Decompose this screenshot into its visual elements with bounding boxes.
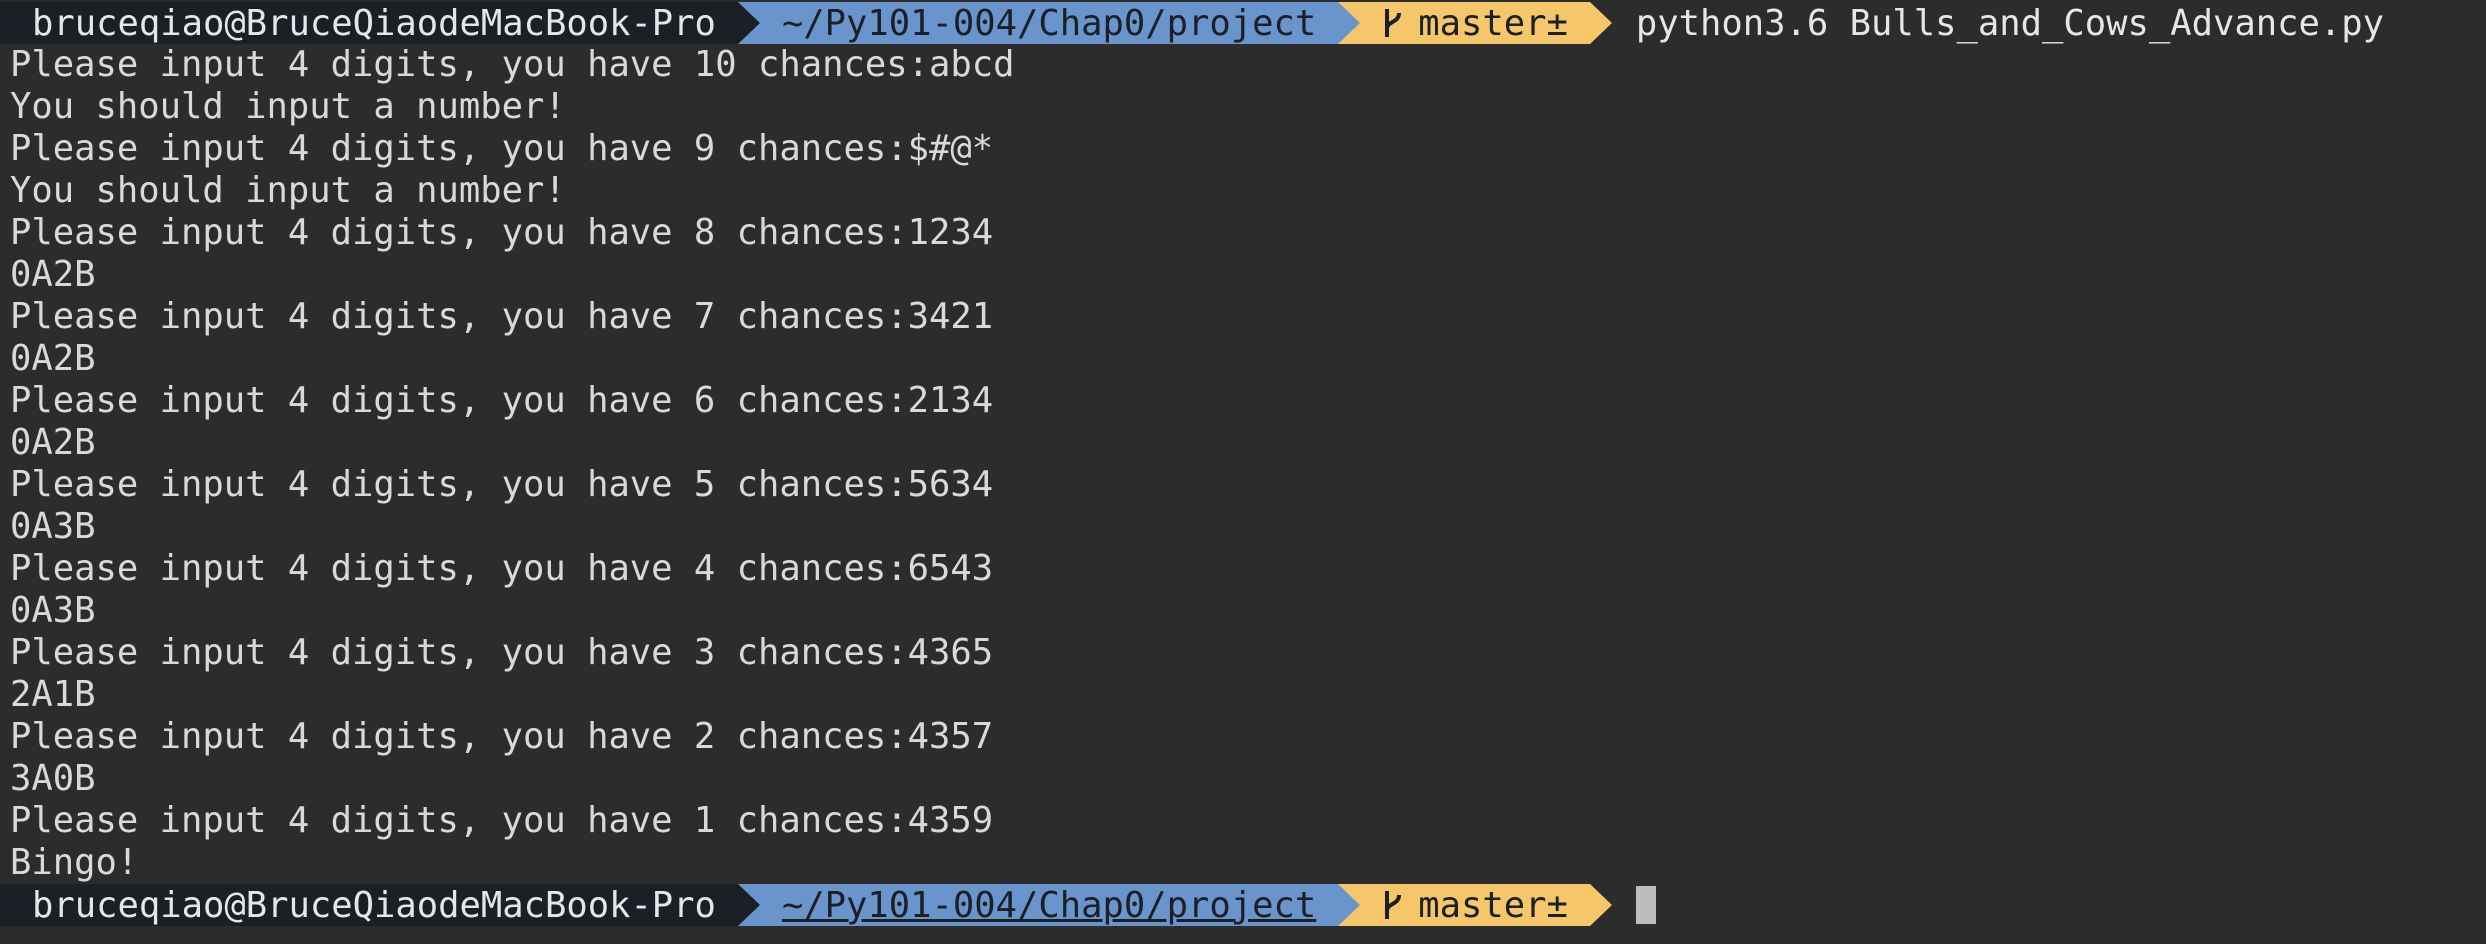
branch-label: master± [1418, 2, 1568, 44]
terminal-window[interactable]: bruceqiao@BruceQiaodeMacBook-Pro ~/Py101… [0, 0, 2486, 944]
prompt-line-1: bruceqiao@BruceQiaodeMacBook-Pro ~/Py101… [0, 2, 2486, 44]
output-line: Please input 4 digits, you have 8 chance… [10, 212, 994, 253]
user-host-label: bruceqiao@BruceQiaodeMacBook-Pro [32, 884, 716, 926]
output-line: 3A0B [10, 758, 96, 799]
output-line: 0A2B [10, 338, 96, 379]
output-line: 0A3B [10, 506, 96, 547]
output-line: Please input 4 digits, you have 10 chanc… [10, 44, 1015, 85]
prompt-path[interactable]: ~/Py101-004/Chap0/project [737, 884, 1361, 926]
branch-label: master± [1418, 884, 1568, 926]
segment-separator-icon [1589, 884, 1612, 926]
git-branch-icon [1385, 891, 1402, 919]
output-line: Please input 4 digits, you have 6 chance… [10, 380, 994, 421]
output-line: 2A1B [10, 674, 96, 715]
segment-separator-icon [737, 2, 760, 44]
output-line: Bingo! [10, 842, 139, 883]
terminal-output: Please input 4 digits, you have 10 chanc… [0, 44, 2486, 884]
segment-separator-icon [737, 884, 760, 926]
output-line: Please input 4 digits, you have 4 chance… [10, 548, 994, 589]
output-line: Please input 4 digits, you have 2 chance… [10, 716, 994, 757]
path-link[interactable]: ~/Py101-004/Chap0/project [782, 885, 1316, 926]
output-line: Please input 4 digits, you have 1 chance… [10, 800, 994, 841]
prompt-line-2: bruceqiao@BruceQiaodeMacBook-Pro ~/Py101… [0, 884, 2486, 926]
text-cursor[interactable] [1635, 886, 1656, 924]
segment-separator-icon [1338, 2, 1361, 44]
output-line: Please input 4 digits, you have 5 chance… [10, 464, 994, 505]
segment-separator-icon [1589, 2, 1612, 44]
output-line: 0A3B [10, 590, 96, 631]
output-line: 0A2B [10, 422, 96, 463]
prompt-git-branch: master± [1338, 884, 1612, 926]
git-branch-icon [1385, 9, 1402, 37]
output-line: 0A2B [10, 254, 96, 295]
prompt-path: ~/Py101-004/Chap0/project [737, 2, 1361, 44]
prompt-git-branch: master± [1338, 2, 1612, 44]
segment-separator-icon [1338, 884, 1361, 926]
prompt-user-host: bruceqiao@BruceQiaodeMacBook-Pro [0, 2, 760, 44]
output-line: Please input 4 digits, you have 9 chance… [10, 128, 994, 169]
output-line: You should input a number! [10, 170, 566, 211]
output-line: Please input 4 digits, you have 7 chance… [10, 296, 994, 337]
user-host-label: bruceqiao@BruceQiaodeMacBook-Pro [32, 2, 716, 44]
command-text: python3.6 Bulls_and_Cows_Advance.py [1635, 2, 2384, 44]
path-label: ~/Py101-004/Chap0/project [781, 2, 1317, 44]
output-line: Please input 4 digits, you have 3 chance… [10, 632, 994, 673]
output-line: You should input a number! [10, 86, 566, 127]
prompt-user-host: bruceqiao@BruceQiaodeMacBook-Pro [0, 884, 760, 926]
